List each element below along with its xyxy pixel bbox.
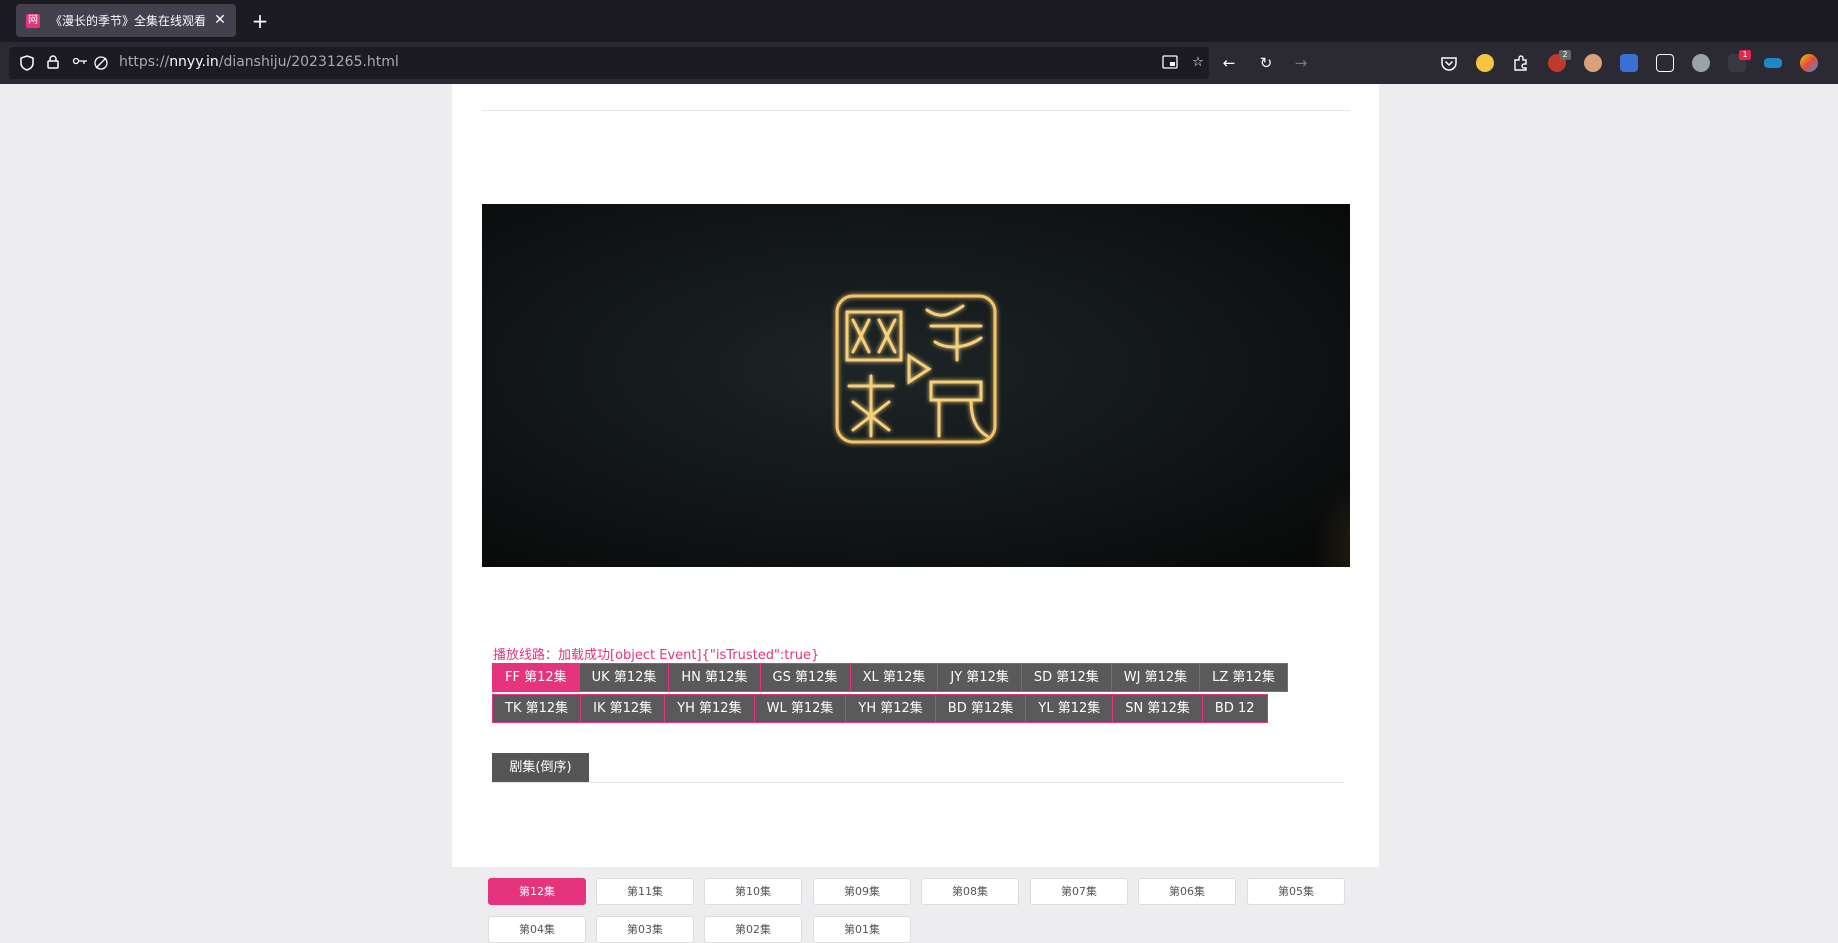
source-line-button[interactable]: FF 第12集 bbox=[492, 663, 580, 692]
episode-button[interactable]: 第06集 bbox=[1138, 878, 1236, 905]
navigation-toolbar: https://nnyy.in/dianshiju/20231265.html … bbox=[0, 42, 1838, 84]
source-line-button[interactable]: YL 第12集 bbox=[1026, 694, 1114, 723]
status-message: 播放线路：加载成功[object Event]{"isTrusted":true… bbox=[493, 648, 820, 663]
reload-icon[interactable]: ↻ bbox=[1257, 54, 1275, 72]
episodes-tab[interactable]: 剧集(倒序) bbox=[492, 753, 589, 782]
episode-button[interactable]: 第02集 bbox=[704, 916, 802, 943]
divider bbox=[482, 110, 1350, 111]
episode-button[interactable]: 第03集 bbox=[596, 916, 694, 943]
source-line-button[interactable]: YH 第12集 bbox=[846, 694, 936, 723]
play-icon bbox=[907, 353, 932, 385]
source-line-button[interactable]: SN 第12集 bbox=[1113, 694, 1203, 723]
notification-extension-icon[interactable]: 1 bbox=[1728, 50, 1751, 72]
url-path: /dianshiju/20231265.html bbox=[218, 54, 399, 70]
source-line-button[interactable]: SD 第12集 bbox=[1021, 663, 1112, 692]
forward-arrow-icon[interactable]: → bbox=[1292, 54, 1310, 72]
source-line-button[interactable]: XL 第12集 bbox=[850, 663, 939, 692]
new-tab-button[interactable]: + bbox=[250, 9, 270, 33]
source-line-button[interactable]: JY 第12集 bbox=[938, 663, 1022, 692]
episode-button[interactable]: 第09集 bbox=[813, 878, 911, 905]
shield-icon[interactable] bbox=[19, 55, 35, 71]
source-line-button[interactable]: BD 12 bbox=[1202, 694, 1268, 723]
monkey-extension-icon[interactable] bbox=[1584, 54, 1602, 72]
url-domain: nnyy.in bbox=[169, 54, 219, 70]
pocket-icon[interactable] bbox=[1440, 54, 1458, 72]
episode-button[interactable]: 第01集 bbox=[813, 916, 911, 943]
episode-button[interactable]: 第12集 bbox=[488, 878, 586, 905]
emoji-extension-icon[interactable] bbox=[1476, 54, 1494, 72]
source-line-button[interactable]: HN 第12集 bbox=[669, 663, 761, 692]
back-arrow-icon[interactable]: ← bbox=[1220, 54, 1238, 72]
source-line-button[interactable]: UK 第12集 bbox=[579, 663, 670, 692]
episode-button[interactable]: 第05集 bbox=[1247, 878, 1345, 905]
address-bar[interactable]: https://nnyy.in/dianshiju/20231265.html … bbox=[9, 47, 1209, 79]
site-favicon-icon: 网 bbox=[26, 13, 40, 28]
episode-button[interactable]: 第10集 bbox=[704, 878, 802, 905]
close-tab-icon[interactable]: ✕ bbox=[212, 12, 228, 28]
source-line-button[interactable]: WJ 第12集 bbox=[1111, 663, 1201, 692]
video-player[interactable] bbox=[482, 204, 1350, 567]
ublock-extension-icon[interactable]: 2 bbox=[1548, 50, 1571, 72]
color-extension-icon[interactable] bbox=[1800, 54, 1818, 72]
browser-tab[interactable]: 网 《漫长的季节》全集在线观看 ✕ bbox=[16, 4, 236, 37]
source-line-button[interactable]: WL 第12集 bbox=[754, 694, 847, 723]
permissions-icon[interactable] bbox=[71, 55, 89, 71]
episode-button[interactable]: 第07集 bbox=[1030, 878, 1128, 905]
source-line-button[interactable]: IK 第12集 bbox=[581, 694, 666, 723]
page-content: 播放线路：加载成功[object Event]{"isTrusted":true… bbox=[452, 84, 1379, 943]
source-line-button[interactable]: YH 第12集 bbox=[665, 694, 755, 723]
extension-badge-count: 2 bbox=[1559, 50, 1571, 60]
divider bbox=[492, 782, 1344, 783]
source-line-button[interactable]: TK 第12集 bbox=[492, 694, 582, 723]
source-line-button[interactable]: GS 第12集 bbox=[760, 663, 851, 692]
url-text[interactable]: https://nnyy.in/dianshiju/20231265.html bbox=[119, 54, 399, 70]
episode-button[interactable]: 第08集 bbox=[921, 878, 1019, 905]
source-lines-row-2: TK 第12集 IK 第12集 YH 第12集 WL 第12集 YH 第12集 … bbox=[492, 694, 1268, 723]
reader-extension-icon[interactable] bbox=[1656, 54, 1674, 72]
picture-in-picture-icon[interactable] bbox=[1162, 55, 1178, 71]
translate-extension-icon[interactable] bbox=[1620, 54, 1638, 72]
source-lines-row-1: FF 第12集 UK 第12集 HN 第12集 GS 第12集 XL 第12集 … bbox=[492, 663, 1288, 692]
tab-title: 《漫长的季节》全集在线观看 bbox=[50, 14, 207, 28]
episode-button[interactable]: 第04集 bbox=[488, 916, 586, 943]
player-glow bbox=[1302, 474, 1350, 567]
bookmark-star-icon[interactable]: ☆ bbox=[1190, 55, 1206, 71]
tracking-protection-icon[interactable] bbox=[93, 55, 109, 71]
url-scheme: https:// bbox=[119, 54, 170, 70]
bot-extension-icon[interactable] bbox=[1692, 54, 1710, 72]
network-audiovisual-logo bbox=[835, 294, 997, 444]
tab-extension-icon[interactable] bbox=[1764, 58, 1782, 68]
episode-button[interactable]: 第11集 bbox=[596, 878, 694, 905]
source-line-button[interactable]: BD 第12集 bbox=[935, 694, 1027, 723]
lock-icon[interactable] bbox=[45, 55, 61, 71]
tab-strip: 网 《漫长的季节》全集在线观看 ✕ + bbox=[0, 0, 1838, 42]
extension-badge-count: 1 bbox=[1739, 50, 1751, 60]
extensions-puzzle-icon[interactable] bbox=[1512, 54, 1530, 72]
source-line-button[interactable]: LZ 第12集 bbox=[1200, 663, 1288, 692]
